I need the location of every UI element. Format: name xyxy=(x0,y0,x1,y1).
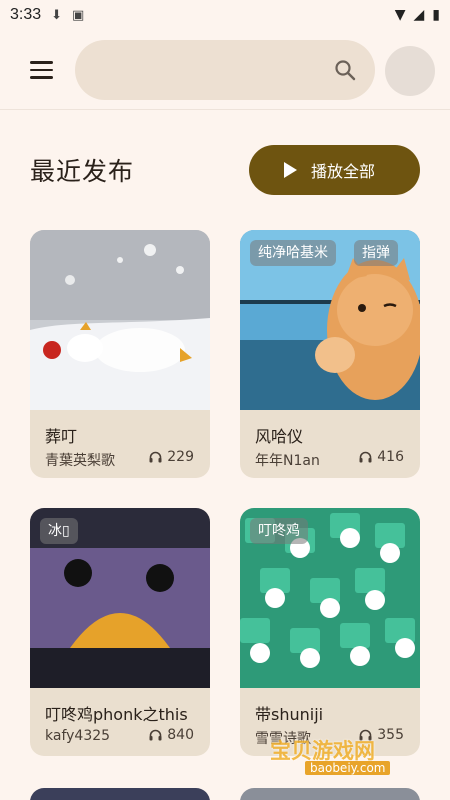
wifi-icon: ▼ xyxy=(394,7,406,23)
song-cover xyxy=(30,230,210,410)
tag-badge: 叮咚鸡 xyxy=(250,518,308,544)
song-author: 青葉英梨歌 xyxy=(45,453,115,469)
headphone-icon xyxy=(149,451,162,463)
tag-badge: 指弹 xyxy=(354,240,398,266)
search-icon[interactable] xyxy=(333,58,357,82)
song-author: 年年N1an xyxy=(255,453,320,469)
play-count: 416 xyxy=(359,449,404,465)
menu-icon[interactable] xyxy=(30,56,60,84)
app-notification-icon: ▣ xyxy=(72,7,85,23)
play-count-value: 355 xyxy=(377,727,404,743)
play-icon xyxy=(283,162,297,178)
section-title: 最近发布 xyxy=(30,157,135,186)
watermark-url: baobeiy.com xyxy=(305,761,391,775)
top-app-bar xyxy=(0,30,450,110)
signal-icon: ◢ xyxy=(413,7,425,23)
song-title: 葬叮 xyxy=(45,427,78,446)
song-card[interactable]: 葬叮 青葉英梨歌 229 xyxy=(30,230,210,478)
play-count-value: 229 xyxy=(167,449,194,465)
song-title: 叮咚鸡phonk之this xyxy=(45,705,188,724)
song-card[interactable]: 纯净哈基米 指弹 风哈仪 年年N1an 416 xyxy=(240,230,420,478)
battery-icon: ▮ xyxy=(432,7,440,23)
song-title: 带shuniji xyxy=(255,705,324,724)
play-count: 840 xyxy=(149,727,194,743)
tag-badge: 纯净哈基米 xyxy=(250,240,336,266)
status-bar: 3:33 ⬇ ▣ ▼ ◢ ▮ xyxy=(0,0,450,30)
tag-badge: 冰▯ xyxy=(40,518,78,544)
avatar[interactable] xyxy=(385,46,435,96)
play-all-label: 播放全部 xyxy=(310,162,375,181)
play-count-value: 416 xyxy=(377,449,404,465)
song-card-partial[interactable] xyxy=(240,788,420,800)
play-count-value: 840 xyxy=(167,727,194,743)
play-count: 229 xyxy=(149,449,194,465)
status-time: 3:33 xyxy=(10,6,42,23)
song-author: kafy4325 xyxy=(45,728,111,744)
headphone-icon xyxy=(149,729,162,741)
song-card-partial[interactable] xyxy=(30,788,210,800)
search-input[interactable] xyxy=(97,40,327,100)
download-icon: ⬇ xyxy=(51,7,63,23)
headphone-icon xyxy=(359,451,372,463)
play-all-button[interactable]: 播放全部 xyxy=(249,145,420,195)
song-card[interactable]: 冰▯ 叮咚鸡phonk之this kafy4325 840 xyxy=(30,508,210,756)
search-bar[interactable] xyxy=(75,40,375,100)
song-card[interactable]: 叮咚鸡 带shuniji 雪雪诗歌 355 xyxy=(240,508,420,756)
song-title: 风哈仪 xyxy=(255,427,304,446)
